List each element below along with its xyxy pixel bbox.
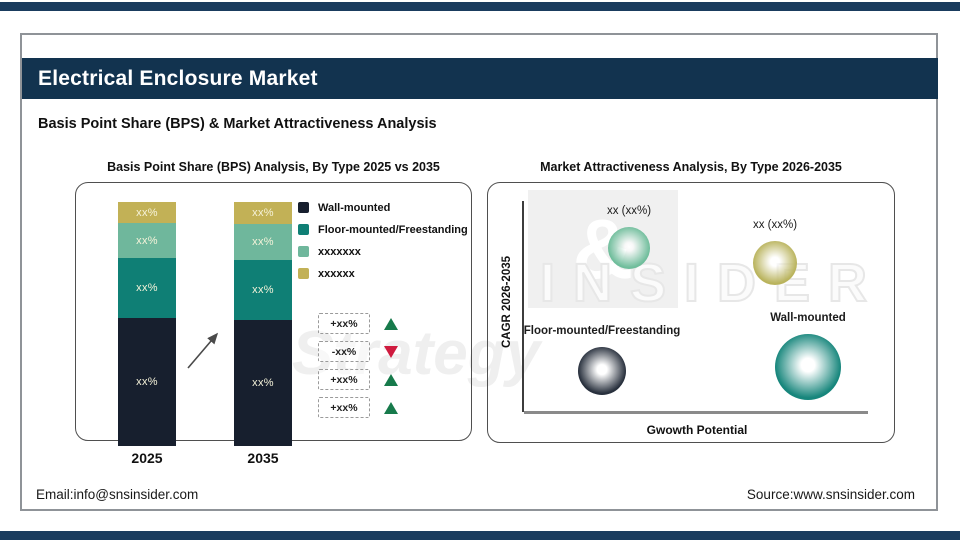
page-subtitle: Basis Point Share (BPS) & Market Attract… xyxy=(38,116,437,132)
bubble-label: xx (xx%) xyxy=(519,205,739,217)
page-title: Electrical Enclosure Market xyxy=(22,67,318,91)
bps-legend: Wall-mounted Floor-mounted/Freestanding xx… xyxy=(298,202,468,290)
bar-segment-label: xx% xyxy=(136,207,158,219)
bar-segment: xx% xyxy=(234,202,292,224)
legend-label: xxxxxxx xyxy=(318,246,361,258)
stacked-bar-2025: xx% xx% xx% xx% xyxy=(118,202,176,446)
change-value-box: -xx% xyxy=(318,341,370,362)
bar-segment: xx% xyxy=(118,223,176,258)
triangle-up-icon xyxy=(384,318,398,330)
bubble xyxy=(578,347,626,395)
bar-segment: xx% xyxy=(118,258,176,318)
change-value-box: +xx% xyxy=(318,369,370,390)
bar-segment-label: xx% xyxy=(136,282,158,294)
bar-segment-label: xx% xyxy=(252,207,274,219)
bubble xyxy=(753,241,797,285)
trend-arrow-icon xyxy=(182,326,226,374)
change-value-box: +xx% xyxy=(318,397,370,418)
triangle-down-icon xyxy=(384,346,398,358)
top-brand-strip xyxy=(0,2,960,11)
legend-label: Floor-mounted/Freestanding xyxy=(318,224,468,236)
bar-segment-label: xx% xyxy=(252,284,274,296)
title-band: Electrical Enclosure Market xyxy=(22,58,938,99)
bubble-label: Wall-mounted xyxy=(698,312,918,324)
bar-segment-label: xx% xyxy=(136,235,158,247)
bar-segment: xx% xyxy=(234,320,292,446)
bar-segment: xx% xyxy=(234,260,292,320)
bps-change-annotations: +xx% -xx% +xx% +xx% xyxy=(318,313,398,425)
change-row: +xx% xyxy=(318,313,398,334)
bar-segment: xx% xyxy=(234,224,292,260)
legend-swatch xyxy=(298,202,309,213)
y-axis-label: CAGR 2026-2035 xyxy=(501,232,513,372)
year-label-2025: 2025 xyxy=(118,450,176,466)
attractiveness-chart-title: Market Attractiveness Analysis, By Type … xyxy=(487,160,895,174)
legend-label: xxxxxx xyxy=(318,268,355,280)
change-value-box: +xx% xyxy=(318,313,370,334)
legend-swatch xyxy=(298,246,309,257)
bar-segment-label: xx% xyxy=(252,377,274,389)
x-axis-line xyxy=(524,411,868,414)
legend-item: xxxxxxx xyxy=(298,246,468,257)
legend-item: xxxxxx xyxy=(298,268,468,279)
x-axis-label: Gwowth Potential xyxy=(597,423,797,437)
legend-swatch xyxy=(298,268,309,279)
change-row: -xx% xyxy=(318,341,398,362)
footer-email: Email:info@snsinsider.com xyxy=(36,487,198,502)
legend-item: Floor-mounted/Freestanding xyxy=(298,224,468,235)
bubble xyxy=(608,227,650,269)
bottom-brand-strip xyxy=(0,531,960,540)
legend-label: Wall-mounted xyxy=(318,202,390,214)
bubble xyxy=(775,334,841,400)
y-axis-line xyxy=(522,201,524,412)
change-row: +xx% xyxy=(318,397,398,418)
bar-segment-label: xx% xyxy=(136,376,158,388)
bubble-label: xx (xx%) xyxy=(665,219,885,231)
bps-chart-title: Basis Point Share (BPS) Analysis, By Typ… xyxy=(75,160,472,174)
bubble-label: Floor-mounted/Freestanding xyxy=(492,325,712,337)
year-label-2035: 2035 xyxy=(234,450,292,466)
bar-segment-label: xx% xyxy=(252,236,274,248)
footer-source: Source:www.snsinsider.com xyxy=(747,487,915,502)
stacked-bar-2035: xx% xx% xx% xx% xyxy=(234,202,292,446)
bar-segment: xx% xyxy=(118,202,176,223)
legend-swatch xyxy=(298,224,309,235)
change-row: +xx% xyxy=(318,369,398,390)
legend-item: Wall-mounted xyxy=(298,202,468,213)
triangle-up-icon xyxy=(384,374,398,386)
infographic-slide: & INSIDER Strategy Electrical Enclosure … xyxy=(0,0,960,540)
bar-segment: xx% xyxy=(118,318,176,446)
triangle-up-icon xyxy=(384,402,398,414)
